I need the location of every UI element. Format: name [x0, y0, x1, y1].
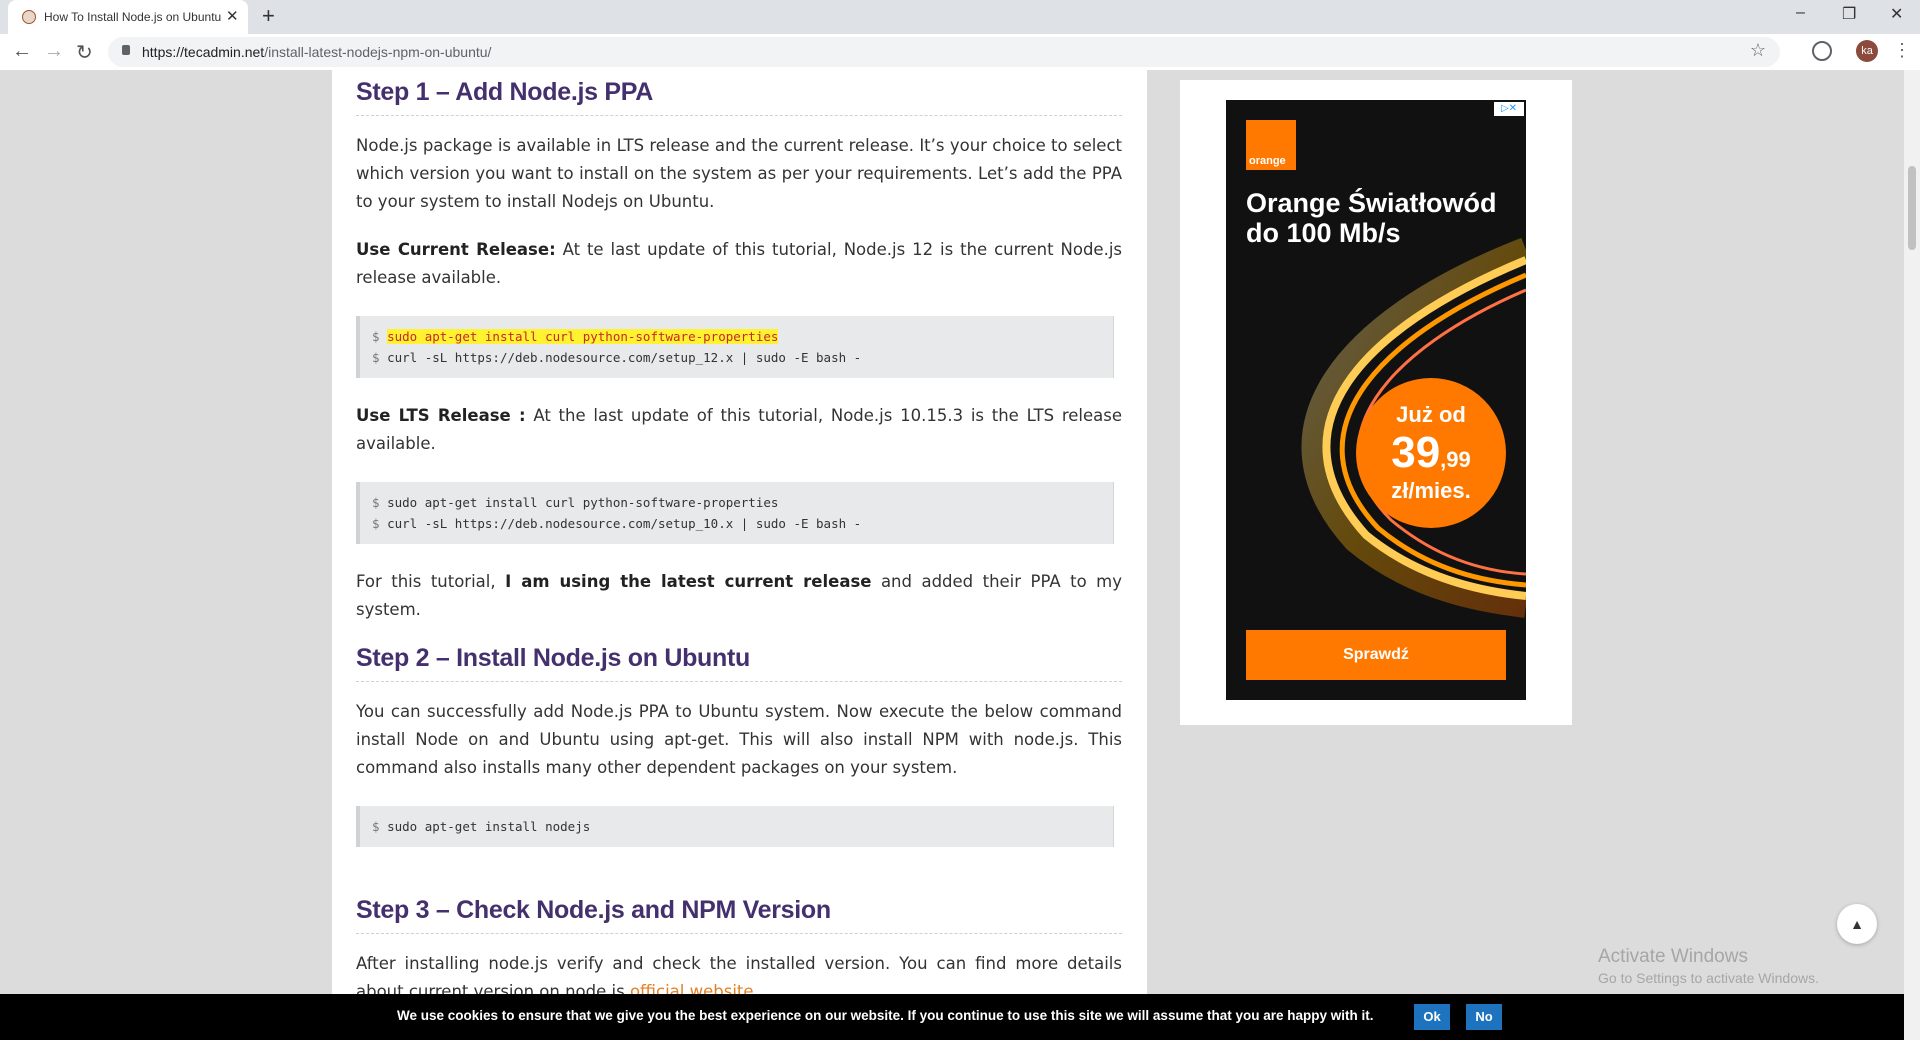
close-icon[interactable]: ✕ [1890, 4, 1903, 24]
active-tab[interactable]: How To Install Node.js on Ubuntu ✕ [8, 0, 248, 34]
orange-advertisement[interactable]: ▷✕ orange Orange Światłowód do 100 Mb/s … [1226, 100, 1526, 700]
code-line: $ sudo apt-get install curl python-softw… [372, 492, 1113, 513]
price-cents: ,99 [1440, 447, 1471, 472]
extension-icon[interactable] [1812, 41, 1832, 61]
lts-release-code[interactable]: $ sudo apt-get install curl python-softw… [356, 482, 1114, 544]
profile-avatar[interactable]: ka [1856, 40, 1878, 62]
browser-toolbar: ← → ↻ https://tecadmin.net/install-lates… [0, 34, 1920, 71]
price-prefix: Już od [1396, 402, 1466, 427]
code-line: $ curl -sL https://deb.nodesource.com/se… [372, 513, 1113, 534]
reload-icon[interactable]: ↻ [76, 40, 93, 65]
install-nodejs-code[interactable]: $ sudo apt-get install nodejs [356, 806, 1114, 847]
sidebar-ad-container: ▷✕ orange Orange Światłowód do 100 Mb/s … [1180, 80, 1572, 725]
cookie-message: We use cookies to ensure that we give yo… [397, 1008, 1374, 1023]
current-release-label: Use Current Release: [356, 240, 556, 259]
arrow-up-icon: ▲ [1850, 916, 1864, 932]
menu-icon[interactable]: ⋮ [1893, 40, 1911, 61]
price-value: 39,99 [1356, 428, 1506, 478]
code-line: $ sudo apt-get install nodejs [372, 816, 1113, 837]
site-favicon-icon [22, 10, 36, 24]
current-release-paragraph: Use Current Release: At te last update o… [356, 236, 1122, 292]
step2-heading: Step 2 – Install Node.js on Ubuntu [356, 644, 1122, 682]
current-release-code[interactable]: $ sudo apt-get install curl python-softw… [356, 316, 1114, 378]
url-path: /install-latest-nodejs-npm-on-ubuntu/ [264, 44, 492, 60]
prompt: $ [372, 350, 380, 365]
article-content: Step 1 – Add Node.js PPA Node.js package… [332, 70, 1147, 994]
price-unit: zł/mies. [1391, 478, 1471, 503]
page-scrollbar[interactable] [1904, 70, 1920, 1040]
logo-text: orange [1249, 155, 1286, 167]
step3-heading: Step 3 – Check Node.js and NPM Version [356, 896, 1122, 934]
code-line: $ sudo apt-get install curl python-softw… [372, 326, 1113, 347]
back-to-top-button[interactable]: ▲ [1837, 904, 1877, 944]
price-main: 39 [1391, 428, 1441, 477]
tab-strip: How To Install Node.js on Ubuntu ✕ + – ❐… [0, 0, 1920, 34]
step3-text: After installing node.js verify and chec… [356, 950, 1122, 994]
minimize-icon[interactable]: – [1796, 4, 1805, 22]
adchoices-icon[interactable]: ▷✕ [1494, 102, 1524, 116]
activate-windows-subtitle: Go to Settings to activate Windows. [1598, 970, 1819, 986]
bookmark-star-icon[interactable]: ☆ [1750, 40, 1766, 61]
tab-title: How To Install Node.js on Ubuntu [44, 10, 222, 24]
official-website-link[interactable]: official website [630, 982, 754, 994]
prompt: $ [372, 329, 380, 344]
note-bold: I am using the latest current release [505, 572, 872, 591]
url-text[interactable]: https://tecadmin.net/install-latest-node… [142, 44, 491, 60]
tutorial-note: For this tutorial, I am using the latest… [356, 568, 1122, 624]
address-bar[interactable]: https://tecadmin.net/install-latest-node… [108, 37, 1780, 67]
cookie-consent-bar: We use cookies to ensure that we give yo… [0, 994, 1904, 1040]
lts-release-label: Use LTS Release : [356, 406, 526, 425]
prompt: $ [372, 495, 380, 510]
lts-release-paragraph: Use LTS Release : At the last update of … [356, 402, 1122, 458]
cookie-ok-button[interactable]: Ok [1414, 1004, 1450, 1030]
prompt: $ [372, 819, 380, 834]
command: sudo apt-get install curl python-softwar… [387, 495, 779, 510]
step2-text: You can successfully add Node.js PPA to … [356, 702, 1122, 777]
command: curl -sL https://deb.nodesource.com/setu… [387, 516, 862, 531]
step1-heading: Step 1 – Add Node.js PPA [356, 78, 1122, 116]
command: sudo apt-get install nodejs [387, 819, 591, 834]
highlighted-command: sudo apt-get install curl python-softwar… [387, 329, 779, 344]
orange-logo: orange [1246, 120, 1296, 170]
lock-icon[interactable] [122, 45, 130, 55]
note-text: For this tutorial, [356, 572, 506, 591]
code-line: $ curl -sL https://deb.nodesource.com/se… [372, 347, 1113, 368]
ad-headline: Orange Światłowód do 100 Mb/s [1246, 188, 1497, 248]
cookie-no-button[interactable]: No [1466, 1004, 1502, 1030]
url-domain: https://tecadmin.net [142, 44, 265, 60]
activate-windows-title: Activate Windows [1598, 946, 1748, 967]
tab-close-icon[interactable]: ✕ [226, 7, 239, 25]
prompt: $ [372, 516, 380, 531]
back-icon[interactable]: ← [12, 40, 32, 63]
forward-icon[interactable]: → [44, 40, 64, 63]
new-tab-icon[interactable]: + [262, 3, 275, 29]
price-badge: Już od 39,99 zł/mies. [1356, 378, 1506, 528]
command: curl -sL https://deb.nodesource.com/setu… [387, 350, 862, 365]
activate-windows-watermark: Activate Windows Go to Settings to activ… [1598, 946, 1819, 986]
step3-text-end: . [753, 982, 759, 994]
step1-intro: Node.js package is available in LTS rele… [356, 136, 1122, 211]
ad-cta-button[interactable]: Sprawdź [1246, 630, 1506, 680]
maximize-icon[interactable]: ❐ [1842, 4, 1856, 24]
scrollbar-thumb[interactable] [1908, 166, 1916, 250]
